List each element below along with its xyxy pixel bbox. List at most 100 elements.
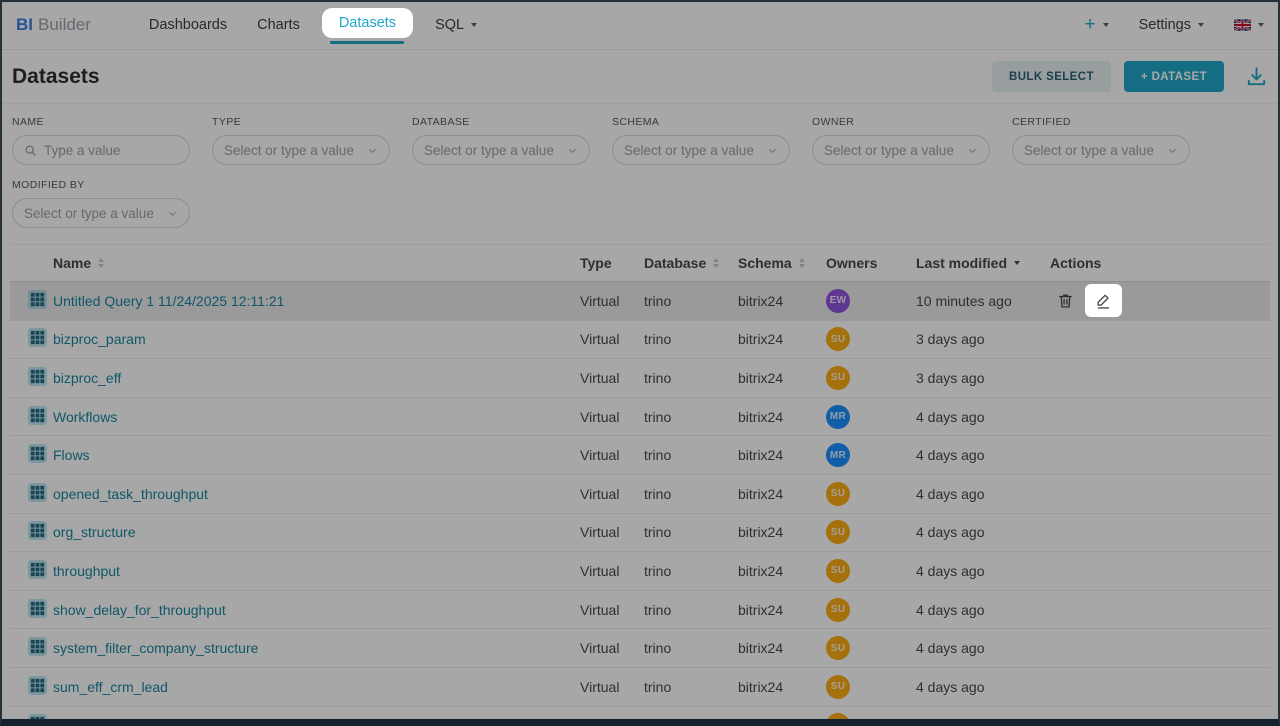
dataset-schema: bitrix24: [738, 447, 826, 463]
nav-tab-dashboards[interactable]: Dashboards: [149, 0, 227, 50]
dataset-name-link[interactable]: org_structure: [53, 524, 135, 540]
filter-select-field[interactable]: Select or type a value: [212, 135, 390, 165]
owner-avatar[interactable]: SU: [826, 636, 850, 660]
dataset-schema: bitrix24: [738, 563, 826, 579]
dataset-grid-icon: [28, 367, 47, 386]
chevron-down-icon: [567, 145, 578, 156]
dataset-database: trino: [644, 370, 738, 386]
page-title: Datasets: [12, 65, 100, 89]
filter-select: SCHEMA Select or type a value: [612, 116, 790, 165]
dataset-schema: bitrix24: [738, 331, 826, 347]
filter-select: MODIFIED BY Select or type a value: [12, 179, 190, 228]
table-row[interactable]: Workflows Virtual trino bitrix24 MR 4 da…: [10, 398, 1270, 437]
nav-tab-label: Charts: [257, 17, 300, 33]
owner-initials: SU: [831, 681, 846, 692]
filter-select-field[interactable]: Select or type a value: [612, 135, 790, 165]
search-icon: [24, 144, 37, 157]
dataset-database: trino: [644, 524, 738, 540]
table-row[interactable]: bizproc_eff Virtual trino bitrix24 SU 3 …: [10, 359, 1270, 398]
dataset-name-link[interactable]: sum_eff_deal_resume: [53, 717, 191, 726]
last-modified: 4 days ago: [916, 602, 1050, 618]
filter-select-field[interactable]: Select or type a value: [12, 198, 190, 228]
dataset-name-link[interactable]: Untitled Query 1 11/24/2025 12:11:21: [53, 293, 284, 309]
dataset-name-link[interactable]: system_filter_company_structure: [53, 640, 258, 656]
table-row[interactable]: Flows Virtual trino bitrix24 MR 4 days a…: [10, 436, 1270, 475]
owner-avatar[interactable]: SU: [826, 520, 850, 544]
table-row[interactable]: sum_eff_crm_lead Virtual trino bitrix24 …: [10, 668, 1270, 707]
dataset-grid-icon: [28, 714, 47, 726]
edit-button[interactable]: [1085, 284, 1122, 317]
table-row[interactable]: bizproc_param Virtual trino bitrix24 SU …: [10, 321, 1270, 360]
filter-select-field[interactable]: Select or type a value: [412, 135, 590, 165]
filter-text-input[interactable]: [44, 143, 178, 158]
bulk-select-button[interactable]: BULK SELECT: [992, 61, 1111, 92]
dataset-name-link[interactable]: bizproc_eff: [53, 370, 121, 386]
page-header: Datasets BULK SELECT + DATASET: [0, 50, 1280, 104]
owner-avatar[interactable]: EW: [826, 289, 850, 313]
filter-label: MODIFIED BY: [12, 179, 190, 191]
delete-button[interactable]: [1050, 285, 1081, 316]
dataset-name-link[interactable]: throughput: [53, 563, 120, 579]
dataset-grid-icon: [28, 560, 47, 579]
dataset-database: trino: [644, 563, 738, 579]
owner-avatar[interactable]: MR: [826, 405, 850, 429]
filter-select-field[interactable]: Select or type a value: [812, 135, 990, 165]
import-datasets-button[interactable]: [1245, 65, 1268, 88]
column-header-database[interactable]: Database: [644, 255, 738, 271]
sort-icon[interactable]: [713, 258, 719, 268]
last-modified: 4 days ago: [916, 524, 1050, 540]
dataset-name-link[interactable]: Flows: [53, 447, 90, 463]
table-row[interactable]: show_delay_for_throughput Virtual trino …: [10, 591, 1270, 630]
dataset-name-link[interactable]: bizproc_param: [53, 331, 146, 347]
owner-avatar[interactable]: SU: [826, 675, 850, 699]
dataset-name-link[interactable]: show_delay_for_throughput: [53, 602, 226, 618]
owner-avatar[interactable]: SU: [826, 598, 850, 622]
dataset-schema: bitrix24: [738, 409, 826, 425]
filter-select-field[interactable]: Select or type a value: [1012, 135, 1190, 165]
nav-tab-charts[interactable]: Charts: [257, 0, 300, 50]
sort-descending-icon[interactable]: [1014, 261, 1020, 265]
owner-avatar[interactable]: SU: [826, 713, 850, 726]
table-row[interactable]: opened_task_throughput Virtual trino bit…: [10, 475, 1270, 514]
language-dropdown[interactable]: [1234, 19, 1264, 31]
name-filter-field[interactable]: [12, 135, 190, 165]
owner-avatar[interactable]: MR: [826, 443, 850, 467]
dataset-schema: bitrix24: [738, 717, 826, 726]
column-header-schema[interactable]: Schema: [738, 255, 826, 271]
new-item-dropdown[interactable]: +: [1084, 15, 1108, 34]
nav-tab-sql[interactable]: SQL: [435, 0, 477, 50]
column-header-label: Owners: [826, 255, 877, 271]
owner-avatar[interactable]: SU: [826, 366, 850, 390]
chevron-down-icon: [767, 145, 778, 156]
dataset-grid-icon: [28, 444, 47, 463]
owner-initials: MR: [830, 411, 846, 422]
sort-icon[interactable]: [98, 258, 104, 268]
dataset-name-link[interactable]: Workflows: [53, 409, 117, 425]
dataset-name-link[interactable]: opened_task_throughput: [53, 486, 208, 502]
column-header-last-modified[interactable]: Last modified: [916, 255, 1050, 271]
column-header-name[interactable]: Name: [53, 255, 580, 271]
nav-right: + Settings: [1084, 15, 1264, 34]
dataset-name-link[interactable]: sum_eff_crm_lead: [53, 679, 168, 695]
dataset-grid-icon: [28, 483, 47, 502]
owner-initials: MR: [830, 450, 846, 461]
app-logo[interactable]: BI Builder: [16, 15, 91, 35]
table-row[interactable]: throughput Virtual trino bitrix24 SU 4 d…: [10, 552, 1270, 591]
owner-avatar[interactable]: SU: [826, 327, 850, 351]
dataset-database: trino: [644, 447, 738, 463]
owner-avatar[interactable]: SU: [826, 559, 850, 583]
dataset-grid-icon: [28, 328, 47, 347]
add-dataset-button[interactable]: + DATASET: [1124, 61, 1224, 92]
nav-tab-datasets[interactable]: Datasets: [322, 0, 413, 50]
plus-icon: +: [1084, 15, 1095, 34]
settings-dropdown[interactable]: Settings: [1139, 17, 1204, 33]
table-row[interactable]: sum_eff_deal_resume Virtual trino bitrix…: [10, 707, 1270, 726]
table-row[interactable]: system_filter_company_structure Virtual …: [10, 629, 1270, 668]
sort-icon[interactable]: [799, 258, 805, 268]
table-row[interactable]: org_structure Virtual trino bitrix24 SU …: [10, 514, 1270, 553]
dataset-grid-icon: [28, 290, 47, 309]
dataset-schema: bitrix24: [738, 370, 826, 386]
dataset-database: trino: [644, 717, 738, 726]
table-row[interactable]: Untitled Query 1 11/24/2025 12:11:21 Vir…: [10, 282, 1270, 321]
owner-avatar[interactable]: SU: [826, 482, 850, 506]
